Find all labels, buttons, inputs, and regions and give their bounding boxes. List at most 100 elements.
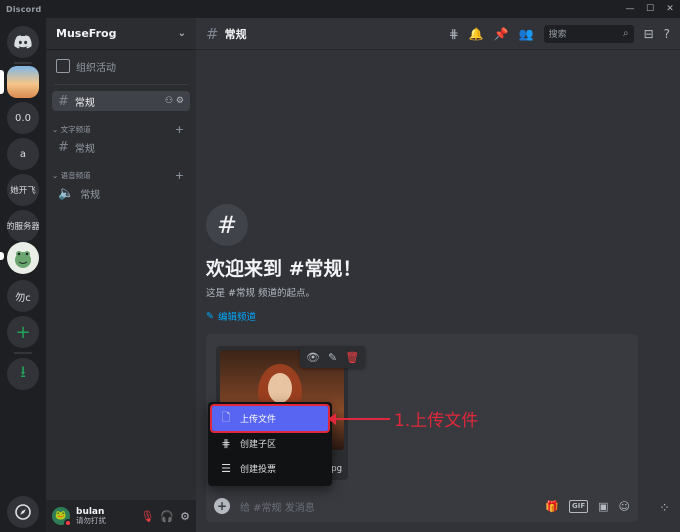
search-input[interactable]: 搜索 ⌕ <box>543 24 634 43</box>
server-item[interactable]: 0.0 <box>7 102 39 134</box>
home-button[interactable] <box>7 26 39 58</box>
channel-label: 常规 <box>74 97 95 109</box>
user-status: 请勿打扰 <box>76 515 106 525</box>
gift-icon[interactable]: 🎁 <box>545 500 559 513</box>
app-name: Discord <box>6 4 42 14</box>
welcome-subtitle: 这是 #常规 频道的起点。 <box>206 288 315 299</box>
edit-label: 编辑频道 <box>217 312 256 323</box>
search-placeholder: 搜索 <box>548 30 567 40</box>
upload-file-menu-item[interactable]: 🗋 上传文件 <box>210 404 330 433</box>
category-voice-channels[interactable]: ⌄ 语音频道 + <box>46 167 196 183</box>
upload-file-icon: 🗋 <box>221 411 231 424</box>
trash-icon[interactable]: 🗑 <box>345 351 359 364</box>
rail-separator <box>14 62 32 64</box>
add-channel-icon[interactable]: + <box>175 123 184 136</box>
members-icon[interactable]: 👥 <box>519 27 534 41</box>
chevron-down-icon: ⌄ <box>52 170 61 180</box>
divider <box>54 84 188 85</box>
category-label: 文字频道 <box>60 124 91 134</box>
frog-icon <box>15 251 31 268</box>
channel-item-text[interactable]: # 常规 <box>52 137 190 157</box>
guild-name: MuseFrog <box>56 27 117 40</box>
help-icon[interactable]: ? <box>664 27 670 41</box>
minimize-button[interactable]: — <box>620 4 640 14</box>
selected-server-pill <box>0 70 4 94</box>
guild-header[interactable]: MuseFrog ⌄ <box>46 18 196 50</box>
speaker-icon: 🔈 <box>58 185 75 201</box>
discord-logo-icon <box>14 35 32 49</box>
eye-icon[interactable]: 👁 <box>306 351 320 364</box>
server-rail: 0.0 a 她开飞 的服务器 勿c + ⭳ <box>0 18 46 532</box>
headphones-icon[interactable]: 🎧 <box>160 510 174 523</box>
channel-title: 常规 <box>224 27 247 41</box>
add-channel-icon[interactable]: + <box>175 169 184 182</box>
channel-item-voice[interactable]: 🔈 常规 <box>52 183 190 203</box>
category-text-channels[interactable]: ⌄ 文字频道 + <box>46 121 196 137</box>
events-label: 组织活动 <box>76 62 116 74</box>
server-frog[interactable] <box>7 242 39 274</box>
hash-icon: # <box>58 93 69 109</box>
pin-icon[interactable]: 📌 <box>494 27 509 41</box>
hash-icon: # <box>58 139 69 155</box>
emoji-icon[interactable]: ☺ <box>619 500 630 513</box>
user-panel: 🐸 bulan 请勿打扰 🎙 🎧 ⚙ <box>46 500 196 532</box>
compass-icon <box>15 504 31 520</box>
dnd-status-icon <box>64 519 72 527</box>
sticker-icon[interactable]: ▣ <box>598 500 608 513</box>
hash-icon: # <box>206 24 219 43</box>
input-row: + 给 #常规 发消息 🎁 GIF ▣ ☺ <box>206 490 638 522</box>
add-server-button[interactable]: + <box>7 316 39 348</box>
channel-label: 常规 <box>74 143 95 155</box>
menu-item-label: 创建投票 <box>240 465 277 475</box>
poll-icon: ☰ <box>221 462 231 475</box>
create-thread-menu-item[interactable]: ⋕ 创建子区 <box>212 431 328 456</box>
create-poll-menu-item[interactable]: ☰ 创建投票 <box>212 456 328 481</box>
annotation-arrow <box>328 413 390 425</box>
welcome-title: 欢迎来到 #常规！ <box>206 258 362 280</box>
title-bar: Discord — ☐ ✕ <box>0 0 680 18</box>
search-icon: ⌕ <box>622 28 629 39</box>
edit-channel-link[interactable]: ✎ 编辑频道 <box>206 309 362 324</box>
bell-icon[interactable]: 🔔 <box>469 27 484 41</box>
server-item[interactable]: a <box>7 138 39 170</box>
calendar-icon <box>56 59 70 73</box>
gear-icon[interactable]: ⚙ <box>180 510 190 523</box>
chevron-down-icon: ⌄ <box>177 28 186 39</box>
menu-item-label: 上传文件 <box>240 415 277 425</box>
server-musefrog[interactable] <box>7 66 39 98</box>
download-apps-button[interactable]: ⭳ <box>7 358 39 390</box>
attachment-toolbar: 👁 ✎ 🗑 <box>300 346 366 368</box>
close-button[interactable]: ✕ <box>660 4 680 14</box>
channel-item-general[interactable]: # 常规 ⚇ ⚙ <box>52 91 190 111</box>
gif-button[interactable]: GIF <box>568 499 589 513</box>
pencil-icon: ✎ <box>206 310 214 322</box>
events-button[interactable]: 组织活动 <box>46 54 196 78</box>
annotation-label: 1.上传文件 <box>394 411 479 431</box>
mic-muted-icon[interactable]: 🎙 <box>140 510 154 523</box>
hash-icon: # <box>206 204 248 246</box>
welcome-section: # 欢迎来到 #常规！ 这是 #常规 频道的起点。 ✎ 编辑频道 <box>206 204 362 323</box>
server-item[interactable]: 的服务器 <box>7 210 39 242</box>
upload-menu: 🗋 上传文件 ⋕ 创建子区 ☰ 创建投票 <box>208 402 332 486</box>
channel-settings-icons[interactable]: ⚇ ⚙ <box>165 96 184 106</box>
app-launcher-icon[interactable]: ⁘ <box>659 501 670 516</box>
message-input[interactable]: 给 #常规 发消息 <box>240 499 315 514</box>
maximize-button[interactable]: ☐ <box>640 4 660 14</box>
discover-button[interactable] <box>7 496 39 528</box>
category-label: 语音频道 <box>60 170 91 180</box>
channel-sidebar: MuseFrog ⌄ 组织活动 # 常规 ⚇ ⚙ ⌄ 文字频道 + # 常规 ⌄… <box>46 18 196 532</box>
rail-separator <box>14 352 32 354</box>
server-item[interactable]: 勿c <box>7 280 39 312</box>
channel-header: # 常规 ⋕ 🔔 📌 👥 搜索 ⌕ ⊟ ? <box>196 18 680 50</box>
upload-plus-button[interactable]: + <box>214 498 230 514</box>
chevron-down-icon: ⌄ <box>52 124 61 134</box>
threads-icon[interactable]: ⋕ <box>449 27 459 41</box>
avatar[interactable]: 🐸 <box>52 507 72 527</box>
attachment-filename: pg <box>331 464 342 474</box>
menu-item-label: 创建子区 <box>240 440 277 450</box>
thread-icon: ⋕ <box>221 437 231 450</box>
server-item[interactable]: 她开飞 <box>7 174 39 206</box>
channel-label: 常规 <box>80 189 101 201</box>
pencil-icon[interactable]: ✎ <box>328 351 337 364</box>
inbox-icon[interactable]: ⊟ <box>644 27 654 41</box>
